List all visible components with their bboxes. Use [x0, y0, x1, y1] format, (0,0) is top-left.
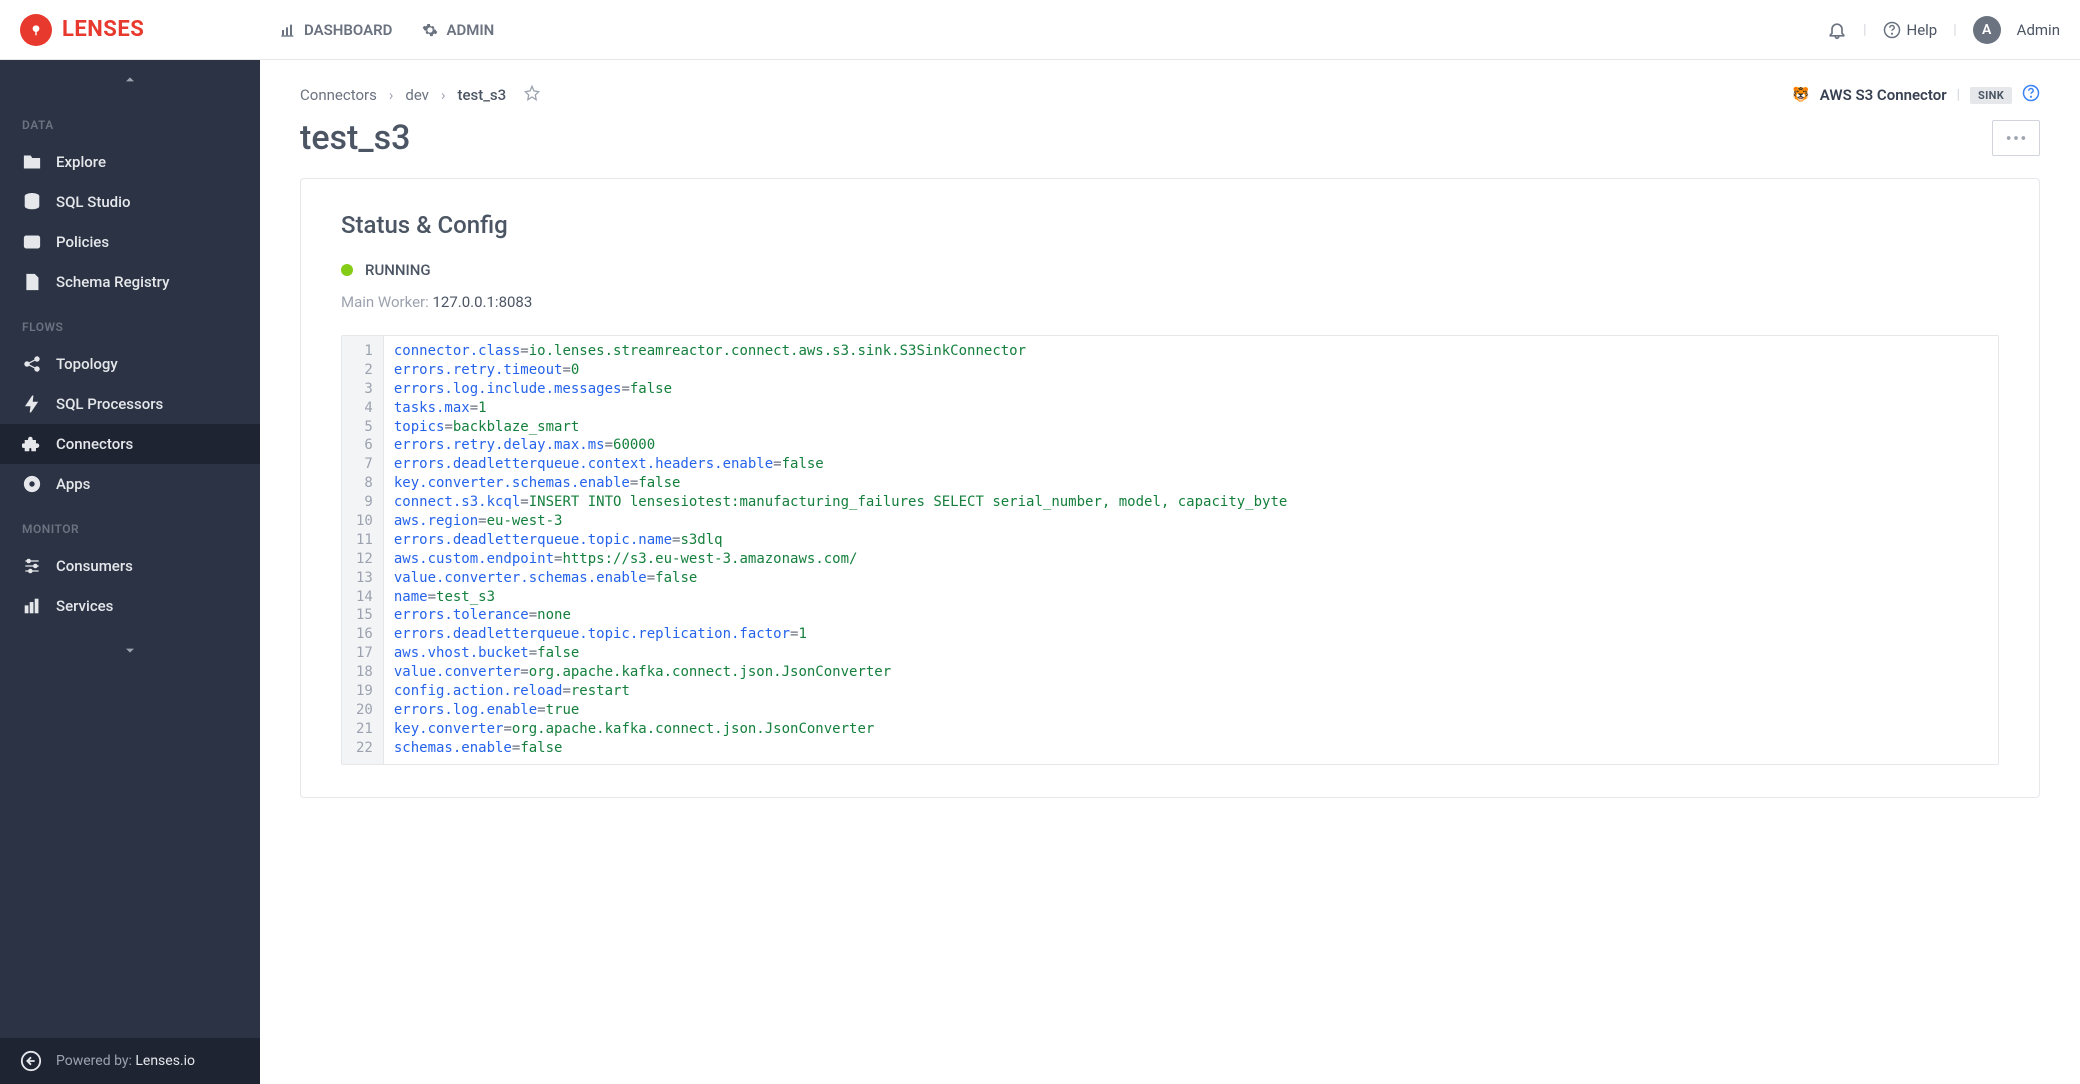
logo-icon	[20, 14, 52, 46]
page-title: test_s3	[300, 118, 410, 158]
sidebar-footer: Powered by: Lenses.io	[0, 1038, 260, 1084]
sidebar-item-consumers[interactable]: Consumers	[0, 546, 260, 586]
dots-icon	[2005, 135, 2027, 141]
bell-icon	[1827, 20, 1847, 40]
line-gutter: 12345678910111213141516171819202122	[342, 336, 384, 764]
back-icon[interactable]	[20, 1050, 42, 1072]
sidebar-scroll-down[interactable]	[0, 630, 260, 674]
favorite-button[interactable]	[518, 85, 540, 105]
connector-direction-badge: SINK	[1970, 87, 2012, 104]
sidebar-item-sql-studio[interactable]: SQL Studio	[0, 182, 260, 222]
sidebar-item-sql-processors[interactable]: SQL Processors	[0, 384, 260, 424]
bolt-icon	[22, 394, 42, 414]
sidebar-item-apps[interactable]: Apps	[0, 464, 260, 504]
config-code: connector.class=io.lenses.streamreactor.…	[384, 336, 1297, 764]
chart-icon	[280, 22, 296, 38]
logo[interactable]: LENSES	[20, 14, 260, 46]
avatar[interactable]: A	[1973, 16, 2001, 44]
sidebar-section-title: FLOWS	[0, 310, 260, 344]
sidebar: DATA Explore SQL Studio Policies Schema Regi…	[0, 60, 260, 1084]
sidebar-item-policies[interactable]: Policies	[0, 222, 260, 262]
star-icon	[524, 85, 540, 101]
help-icon	[2022, 84, 2040, 102]
sidebar-item-label: Services	[56, 597, 113, 615]
sidebar-item-label: Explore	[56, 153, 106, 171]
id-card-icon	[22, 232, 42, 252]
breadcrumb: Connectors › dev › test_s3	[300, 85, 540, 105]
topbar: LENSES DASHBOARD ADMIN | Help | A Admin	[0, 0, 2080, 60]
sidebar-item-label: SQL Studio	[56, 193, 130, 211]
sliders-icon	[22, 556, 42, 576]
nav-dashboard[interactable]: DASHBOARD	[280, 21, 392, 39]
chevron-up-icon	[122, 72, 138, 88]
connector-type-name: AWS S3 Connector	[1820, 86, 1947, 104]
notifications-button[interactable]	[1827, 20, 1847, 40]
sidebar-item-label: Topology	[56, 355, 118, 373]
sidebar-section-title: DATA	[0, 108, 260, 142]
sidebar-section-title: MONITOR	[0, 512, 260, 546]
chevron-down-icon	[122, 642, 138, 658]
sidebar-item-label: Policies	[56, 233, 109, 251]
database-icon	[22, 192, 42, 212]
sidebar-item-topology[interactable]: Topology	[0, 344, 260, 384]
sidebar-item-label: Schema Registry	[56, 273, 169, 291]
share-icon	[22, 354, 42, 374]
status-config-card: Status & Config RUNNING Main Worker: 127…	[300, 178, 2040, 798]
help-link[interactable]: Help	[1883, 21, 1938, 39]
connector-help[interactable]	[2022, 84, 2040, 106]
config-editor[interactable]: 12345678910111213141516171819202122 conn…	[341, 335, 1999, 765]
chart-icon	[22, 596, 42, 616]
worker-value: 127.0.0.1:8083	[432, 293, 532, 311]
sidebar-item-label: Connectors	[56, 435, 133, 453]
sidebar-item-label: Apps	[56, 475, 90, 493]
puzzle-icon	[22, 434, 42, 454]
main: Connectors › dev › test_s3 🐯 AWS S3 Conn…	[260, 60, 2080, 1084]
worker-label: Main Worker:	[341, 293, 432, 311]
folder-icon	[22, 152, 42, 172]
sidebar-item-connectors[interactable]: Connectors	[0, 424, 260, 464]
sidebar-item-services[interactable]: Services	[0, 586, 260, 626]
powered-by-link[interactable]: Lenses.io	[135, 1053, 195, 1069]
breadcrumb-current: test_s3	[457, 86, 506, 104]
file-text-icon	[22, 272, 42, 292]
sidebar-scroll-up[interactable]	[0, 60, 260, 104]
section-title: Status & Config	[341, 211, 1999, 239]
status-text: RUNNING	[365, 261, 431, 279]
more-actions-button[interactable]	[1992, 120, 2040, 156]
record-icon	[22, 474, 42, 494]
logo-text: LENSES	[62, 17, 144, 42]
sidebar-item-explore[interactable]: Explore	[0, 142, 260, 182]
sidebar-item-label: SQL Processors	[56, 395, 163, 413]
user-name[interactable]: Admin	[2017, 21, 2060, 39]
status-indicator	[341, 264, 353, 276]
help-icon	[1883, 21, 1901, 39]
connector-type-icon: 🐯	[1792, 87, 1809, 103]
sidebar-item-label: Consumers	[56, 557, 133, 575]
breadcrumb-connectors[interactable]: Connectors	[300, 86, 377, 104]
topnav: DASHBOARD ADMIN	[280, 21, 494, 39]
gear-icon	[422, 22, 438, 38]
sidebar-item-schema-registry[interactable]: Schema Registry	[0, 262, 260, 302]
topbar-right: | Help | A Admin	[1827, 16, 2060, 44]
breadcrumb-dev[interactable]: dev	[405, 86, 429, 104]
nav-admin[interactable]: ADMIN	[422, 21, 494, 39]
